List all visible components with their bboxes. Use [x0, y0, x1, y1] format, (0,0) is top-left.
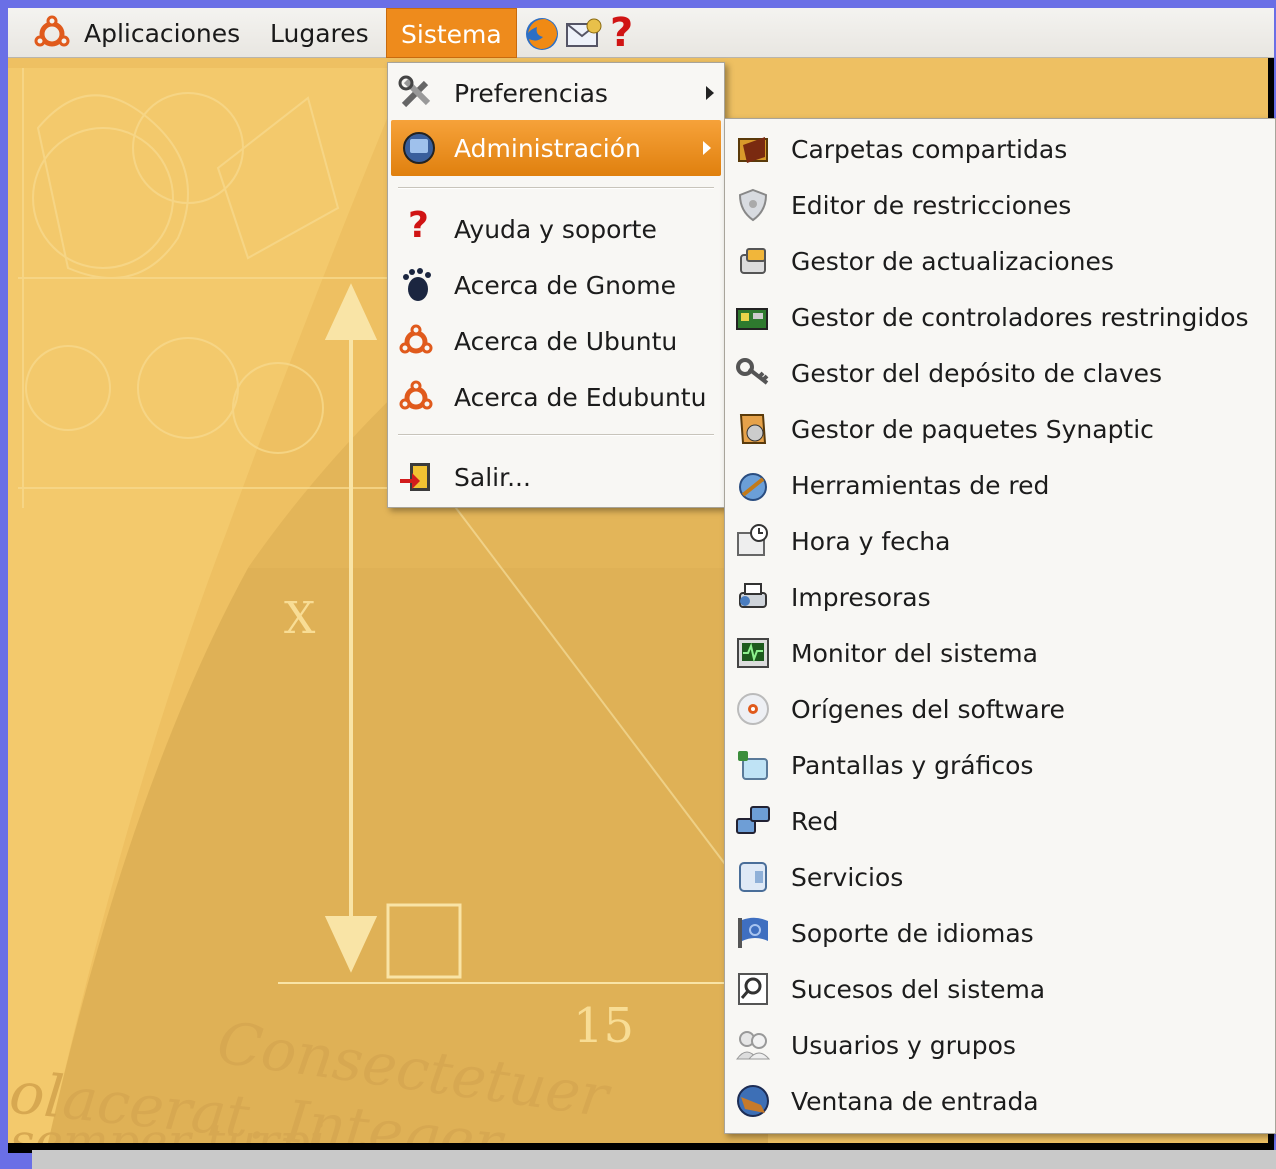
menu-aplicaciones[interactable]: Aplicaciones [84, 8, 240, 58]
bottom-panel-strip [32, 1150, 1276, 1169]
menu-sistema[interactable]: Sistema [386, 8, 517, 58]
admin-menu-item[interactable]: Impresoras [725, 569, 1275, 625]
language-flag-icon [738, 917, 768, 948]
admin-menu-item[interactable]: Soporte de idiomas [725, 905, 1275, 961]
admin-menu-item-label: Usuarios y grupos [791, 1031, 1016, 1060]
admin-menu-item-label: Sucesos del sistema [791, 975, 1046, 1004]
admin-menu-item[interactable]: Gestor de controladores restringidos [725, 289, 1275, 345]
display-icon [738, 751, 768, 780]
ubuntu-icon [399, 324, 433, 354]
preferences-icon [398, 75, 431, 108]
admin-menu-item-label: Herramientas de red [791, 471, 1050, 500]
admin-menu-item[interactable]: Herramientas de red [725, 457, 1275, 513]
ubuntu-icon [399, 380, 433, 410]
admin-menu-item-label: Hora y fecha [791, 527, 951, 556]
ubuntu-logo-icon[interactable] [32, 14, 72, 54]
menu-item-label: Acerca de Edubuntu [454, 383, 707, 412]
help-icon: ? [408, 205, 429, 246]
sistema-menu: Preferencias Administración ? Ayuda y so… [387, 62, 725, 508]
admin-menu-item-label: Servicios [791, 863, 904, 892]
admin-menu-item-label: Orígenes del software [791, 695, 1065, 724]
gnome-foot-icon [403, 268, 431, 301]
admin-menu-item[interactable]: Monitor del sistema [725, 625, 1275, 681]
admin-menu-item-label: Gestor del depósito de claves [791, 359, 1163, 388]
menu-separator [398, 187, 714, 189]
admin-menu-item-label: Gestor de paquetes Synaptic [791, 415, 1154, 444]
admin-menu-item-label: Impresoras [791, 583, 931, 612]
admin-menu-item[interactable]: Orígenes del software [725, 681, 1275, 737]
administracion-submenu: Carpetas compartidas Editor de restriccio… [724, 118, 1276, 1134]
menu-item-label: Salir... [454, 463, 531, 492]
menu-separator [398, 434, 714, 436]
admin-menu-item[interactable]: Gestor de paquetes Synaptic [725, 401, 1275, 457]
admin-menu-item-label: Carpetas compartidas [791, 135, 1068, 164]
menu-item-preferencias[interactable]: Preferencias [388, 65, 724, 121]
menu-item-administracion[interactable]: Administración [391, 120, 721, 176]
submenu-arrow-icon [703, 141, 711, 155]
admin-menu-item[interactable]: Usuarios y grupos [725, 1017, 1275, 1073]
help-icon[interactable]: ? [610, 10, 633, 56]
admin-menu-item[interactable]: Ventana de entrada [725, 1073, 1275, 1129]
admin-menu-item[interactable]: Hora y fecha [725, 513, 1275, 569]
services-icon [739, 862, 767, 892]
wallpaper-15-label: 15 [573, 998, 635, 1054]
menu-item-acerca-edubuntu[interactable]: Acerca de Edubuntu [388, 369, 724, 425]
admin-menu-item-label: Gestor de controladores restringidos [791, 303, 1249, 332]
network-icon [736, 806, 770, 834]
logout-icon [400, 463, 430, 491]
admin-menu-item-label: Soporte de idiomas [791, 919, 1034, 948]
menu-item-ayuda[interactable]: ? Ayuda y soporte [388, 201, 724, 257]
keyring-icon [736, 358, 769, 385]
login-window-icon [737, 1085, 769, 1117]
menu-item-label: Ayuda y soporte [454, 215, 657, 244]
update-icon [740, 248, 766, 274]
shield-icon [738, 188, 768, 222]
admin-menu-item[interactable]: Sucesos del sistema [725, 961, 1275, 1017]
admin-menu-item[interactable]: Carpetas compartidas [725, 121, 1275, 177]
shared-folder-icon [738, 137, 768, 163]
admin-menu-item-label: Gestor de actualizaciones [791, 247, 1114, 276]
submenu-arrow-icon [706, 86, 714, 100]
log-viewer-icon [738, 973, 768, 1005]
admin-menu-item[interactable]: Editor de restricciones [725, 177, 1275, 233]
admin-menu-item-label: Editor de restricciones [791, 191, 1072, 220]
mail-icon[interactable] [564, 16, 604, 52]
menu-item-label: Acerca de Gnome [454, 271, 676, 300]
printer-icon [739, 583, 767, 608]
menu-item-acerca-gnome[interactable]: Acerca de Gnome [388, 257, 724, 313]
users-icon [736, 1031, 771, 1060]
menu-item-label: Administración [454, 134, 641, 163]
admin-menu-item-label: Monitor del sistema [791, 639, 1038, 668]
wallpaper-script-3: semper turpi [10, 1114, 326, 1143]
wallpaper-x-label: X [284, 593, 316, 644]
admin-menu-item-label: Ventana de entrada [791, 1087, 1039, 1116]
hardware-card-icon [736, 308, 768, 330]
system-monitor-icon [737, 638, 769, 668]
admin-menu-item-label: Pantallas y gráficos [791, 751, 1034, 780]
admin-menu-item[interactable]: Gestor de actualizaciones [725, 233, 1275, 289]
synaptic-icon [739, 414, 767, 444]
clock-calendar-icon [737, 524, 768, 556]
menu-item-acerca-ubuntu[interactable]: Acerca de Ubuntu [388, 313, 724, 369]
admin-menu-item-label: Red [791, 807, 839, 836]
administration-icon [403, 132, 435, 164]
network-tools-icon [739, 473, 767, 501]
firefox-icon[interactable] [523, 15, 561, 53]
menu-item-salir[interactable]: Salir... [388, 449, 724, 505]
menu-lugares[interactable]: Lugares [270, 8, 369, 58]
cd-icon [737, 693, 769, 725]
admin-menu-item[interactable]: Gestor del depósito de claves [725, 345, 1275, 401]
admin-menu-item[interactable]: Servicios [725, 849, 1275, 905]
admin-menu-item[interactable]: Red [725, 793, 1275, 849]
menu-item-label: Preferencias [454, 79, 608, 108]
admin-menu-item[interactable]: Pantallas y gráficos [725, 737, 1275, 793]
menu-item-label: Acerca de Ubuntu [454, 327, 678, 356]
top-panel: Aplicaciones Lugares Sistema ? [8, 8, 1274, 58]
